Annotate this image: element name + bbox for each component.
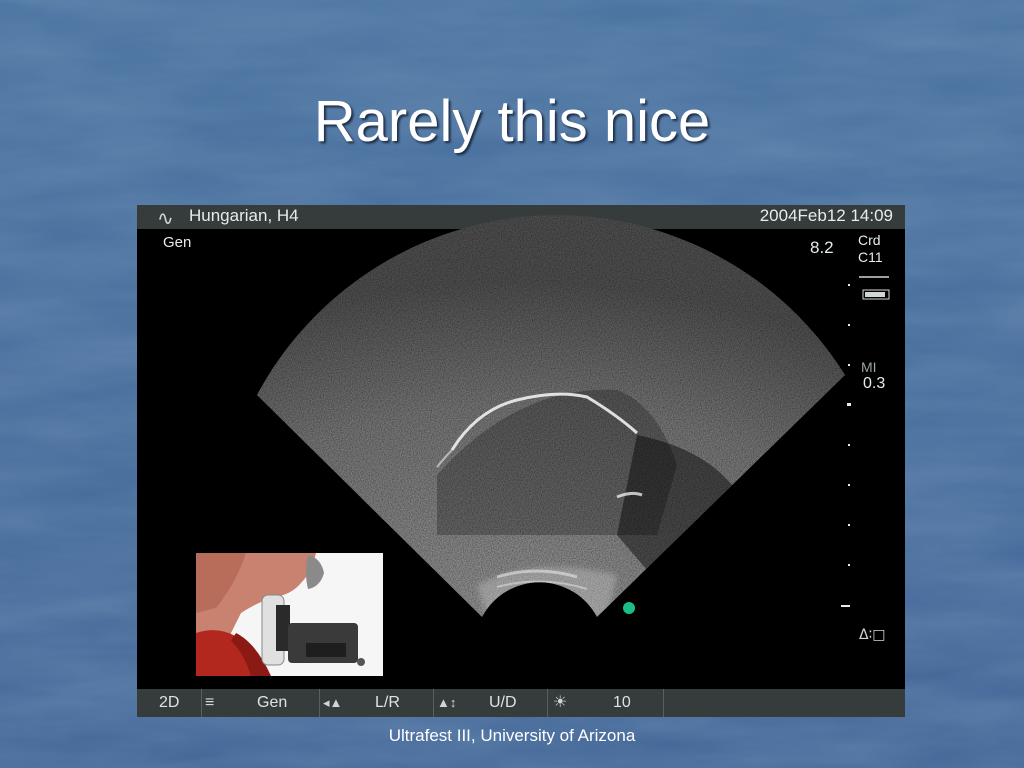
lr-flip-label: L/R: [375, 694, 400, 711]
ultrasound-image: ∿ Hungarian, H4 2004Feb12 14:09 Gen 8.2 …: [137, 205, 905, 717]
scanner-control-bar: 2D ≡ Gen ◂▲ L/R ▲↕ U/D ☀ 10: [137, 689, 905, 717]
ud-flip-control: ▲↕ U/D: [437, 689, 548, 717]
exam-preset-control: ≡ Gen: [205, 689, 320, 717]
imaging-mode: 2D: [159, 689, 202, 717]
ud-flip-icon: ▲↕: [437, 695, 457, 710]
battery-icon: [859, 276, 890, 300]
brightness-icon: ☀: [553, 694, 568, 711]
slide-title: Rarely this nice: [313, 89, 711, 154]
slide-footer: Ultrafest III, University of Arizona: [388, 726, 636, 745]
brightness-value: 10: [613, 694, 631, 711]
lr-flip-icon: ◂▲: [323, 695, 343, 710]
brightness-control: ☀ 10: [553, 689, 664, 717]
ud-flip-label: U/D: [489, 694, 517, 711]
focus-marker-icon: [623, 602, 635, 614]
depth-scale: [841, 284, 851, 607]
lr-flip-control: ◂▲ L/R: [323, 689, 434, 717]
speaker-probe-photo: [196, 553, 383, 676]
menu-lines-icon: ≡: [205, 694, 215, 711]
delta-icon: Δ∶□: [859, 627, 885, 643]
exam-preset-label: Gen: [257, 694, 288, 711]
